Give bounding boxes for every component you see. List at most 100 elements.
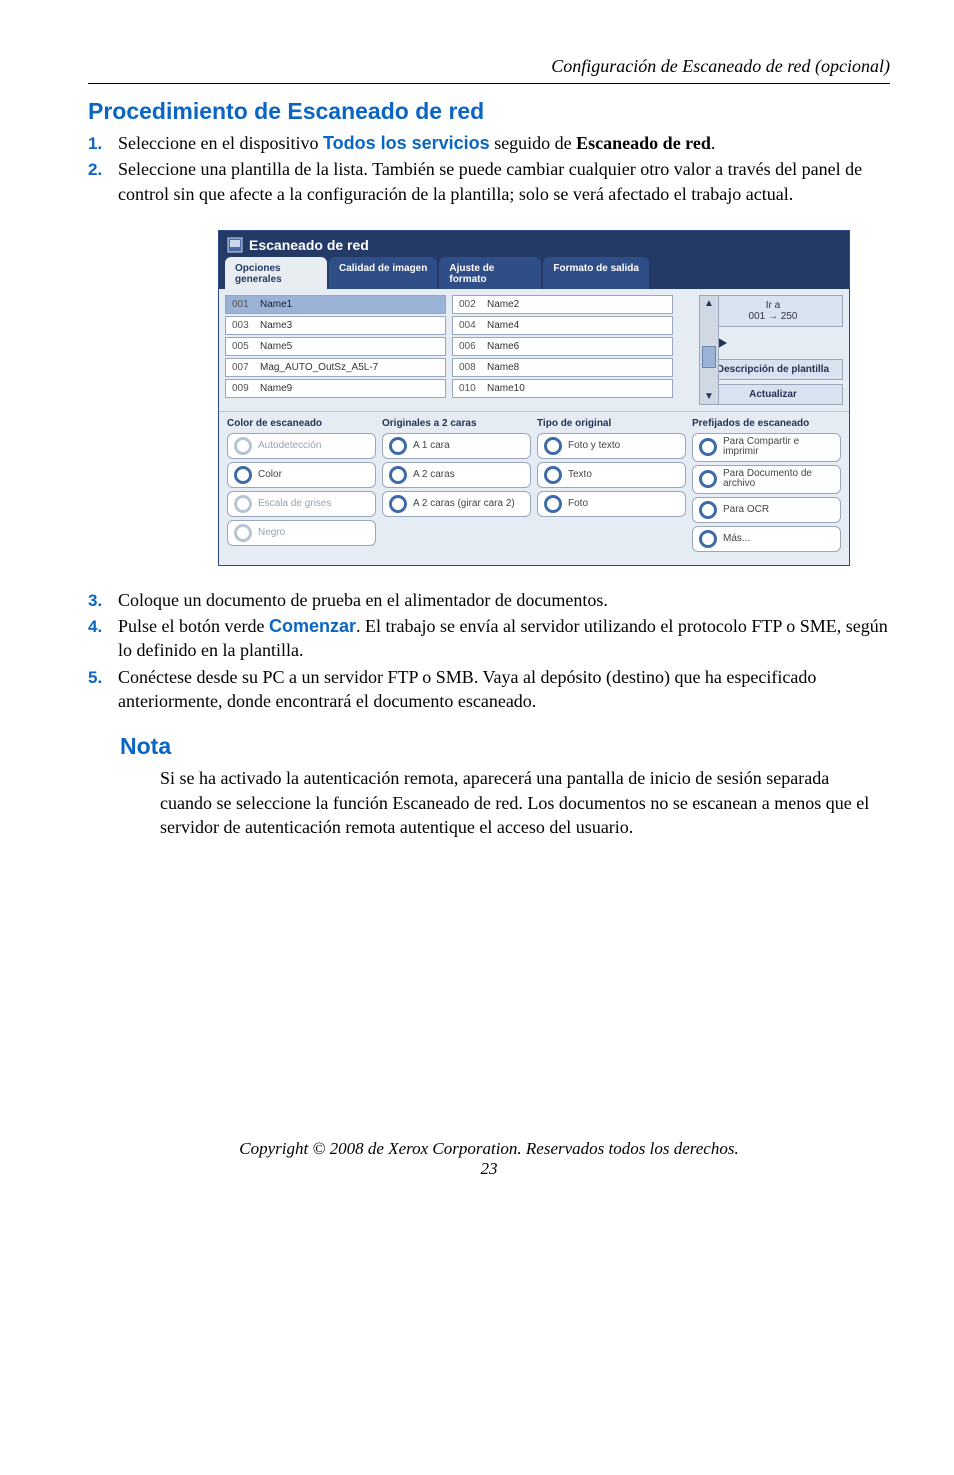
figure-title: Escaneado de red <box>249 237 369 253</box>
option-1sided[interactable]: A 1 cara <box>382 433 531 459</box>
tab-general[interactable]: Opciones generales <box>225 257 327 289</box>
template-id: 001 <box>232 299 254 310</box>
template-id: 005 <box>232 341 254 352</box>
option-archive-doc[interactable]: Para Documento de archivo <box>692 465 841 494</box>
option-share-print[interactable]: Para Compartir e imprimir <box>692 433 841 462</box>
template-id: 007 <box>232 362 254 373</box>
template-item[interactable]: 007 Mag_AUTO_OutSz_A5L-7 <box>225 358 446 377</box>
option-label: Más... <box>723 534 750 545</box>
goto-pane[interactable]: Ir a 001 → 250 <box>703 295 843 327</box>
tab-format-adjust[interactable]: Ajuste de formato <box>439 257 541 289</box>
option-color[interactable]: Color <box>227 462 376 488</box>
goto-range: 001 → 250 <box>710 311 836 322</box>
update-button[interactable]: Actualizar <box>703 384 843 405</box>
template-name: Name5 <box>260 341 292 352</box>
option-label: Negro <box>258 528 285 539</box>
template-item[interactable]: 010Name10 <box>452 379 673 398</box>
copyright-footer: Copyright © 2008 de Xerox Corporation. R… <box>88 1139 890 1159</box>
template-scrollbar[interactable]: ▲ ▼ <box>699 295 719 405</box>
option-label: Foto y texto <box>568 441 620 452</box>
section-heading: Procedimiento de Escaneado de red <box>88 98 890 125</box>
radio-icon <box>699 470 717 488</box>
template-item[interactable]: 003Name3 <box>225 316 446 335</box>
option-more[interactable]: Más... <box>692 526 841 552</box>
template-item[interactable]: 004Name4 <box>452 316 673 335</box>
note-heading: Nota <box>120 733 890 760</box>
tab-image-quality[interactable]: Calidad de imagen <box>329 257 437 289</box>
inline-action-highlight: Comenzar <box>269 616 356 636</box>
option-photo[interactable]: Foto <box>537 491 686 517</box>
template-description-button[interactable]: Descripción de plantilla <box>703 359 843 380</box>
note-body: Si se ha activado la autenticación remot… <box>160 766 880 839</box>
option-label: Texto <box>568 470 592 481</box>
template-item[interactable]: 001 Name1 <box>225 295 446 314</box>
template-item[interactable]: 006Name6 <box>452 337 673 356</box>
option-col-title: Color de escaneado <box>227 418 376 429</box>
template-item[interactable]: 005 Name5 <box>225 337 446 356</box>
inline-bold: Escaneado de red <box>576 133 711 153</box>
step-body: Coloque un documento de prueba en el ali… <box>118 588 608 612</box>
option-grayscale[interactable]: Escala de grises <box>227 491 376 517</box>
goto-label: Ir a <box>710 300 836 311</box>
template-id: 006 <box>459 341 481 352</box>
radio-icon <box>699 530 717 548</box>
template-name: Mag_AUTO_OutSz_A5L-7 <box>260 362 378 373</box>
play-button[interactable] <box>703 331 843 355</box>
template-id: 009 <box>232 383 254 394</box>
template-name: Name2 <box>487 299 519 310</box>
step-text: seguido de <box>490 133 576 153</box>
steps-list-top: 1. Seleccione en el dispositivo Todos lo… <box>88 131 890 206</box>
radio-icon <box>544 495 562 513</box>
option-2sided-rotate[interactable]: A 2 caras (girar cara 2) <box>382 491 531 517</box>
radio-icon <box>544 437 562 455</box>
radio-icon <box>234 495 252 513</box>
steps-list-bottom: 3. Coloque un documento de prueba en el … <box>88 588 890 713</box>
template-item[interactable]: 002 Name2 <box>452 295 673 314</box>
radio-icon <box>234 437 252 455</box>
option-label: Escala de grises <box>258 499 331 510</box>
option-label: Color <box>258 470 282 481</box>
step-body: Seleccione en el dispositivo Todos los s… <box>118 131 715 155</box>
option-ocr[interactable]: Para OCR <box>692 497 841 523</box>
template-id: 008 <box>459 362 481 373</box>
step-text: Pulse el botón verde <box>118 616 269 636</box>
option-2sided[interactable]: A 2 caras <box>382 462 531 488</box>
step-number: 4. <box>88 617 118 637</box>
step-number: 2. <box>88 160 118 180</box>
template-item[interactable]: 008Name8 <box>452 358 673 377</box>
template-name: Name9 <box>260 383 292 394</box>
option-autodetect[interactable]: Autodetección <box>227 433 376 459</box>
option-col-presets: Prefijados de escaneado Para Compartir e… <box>692 418 841 555</box>
scan-icon <box>227 237 243 253</box>
option-label: Para OCR <box>723 505 769 516</box>
option-text[interactable]: Texto <box>537 462 686 488</box>
option-col-title: Tipo de original <box>537 418 686 429</box>
option-label: Autodetección <box>258 441 321 452</box>
step-number: 5. <box>88 668 118 688</box>
template-name: Name10 <box>487 383 525 394</box>
option-col-original-type: Tipo de original Foto y texto Texto Foto <box>537 418 686 555</box>
scroll-thumb[interactable] <box>702 346 716 368</box>
step-number: 1. <box>88 134 118 154</box>
tab-output-format[interactable]: Formato de salida <box>543 257 649 289</box>
option-col-title: Originales a 2 caras <box>382 418 531 429</box>
figure-tabs: Opciones generales Calidad de imagen Aju… <box>219 257 849 289</box>
option-col-scan-color: Color de escaneado Autodetección Color E… <box>227 418 376 555</box>
option-col-title: Prefijados de escaneado <box>692 418 841 429</box>
option-black[interactable]: Negro <box>227 520 376 546</box>
scroll-down-icon[interactable]: ▼ <box>704 389 714 404</box>
scroll-up-icon[interactable]: ▲ <box>704 296 714 311</box>
radio-icon <box>544 466 562 484</box>
radio-icon <box>389 437 407 455</box>
radio-icon <box>389 466 407 484</box>
option-col-two-sided: Originales a 2 caras A 1 cara A 2 caras … <box>382 418 531 555</box>
option-label: A 2 caras (girar cara 2) <box>413 499 515 510</box>
template-item[interactable]: 009 Name9 <box>225 379 446 398</box>
option-label: Foto <box>568 499 588 510</box>
template-id: 002 <box>459 299 481 310</box>
template-name: Name4 <box>487 320 519 331</box>
template-name: Name1 <box>260 299 292 310</box>
running-header: Configuración de Escaneado de red (opcio… <box>88 56 890 77</box>
option-photo-text[interactable]: Foto y texto <box>537 433 686 459</box>
step-body: Conéctese desde su PC a un servidor FTP … <box>118 665 890 714</box>
